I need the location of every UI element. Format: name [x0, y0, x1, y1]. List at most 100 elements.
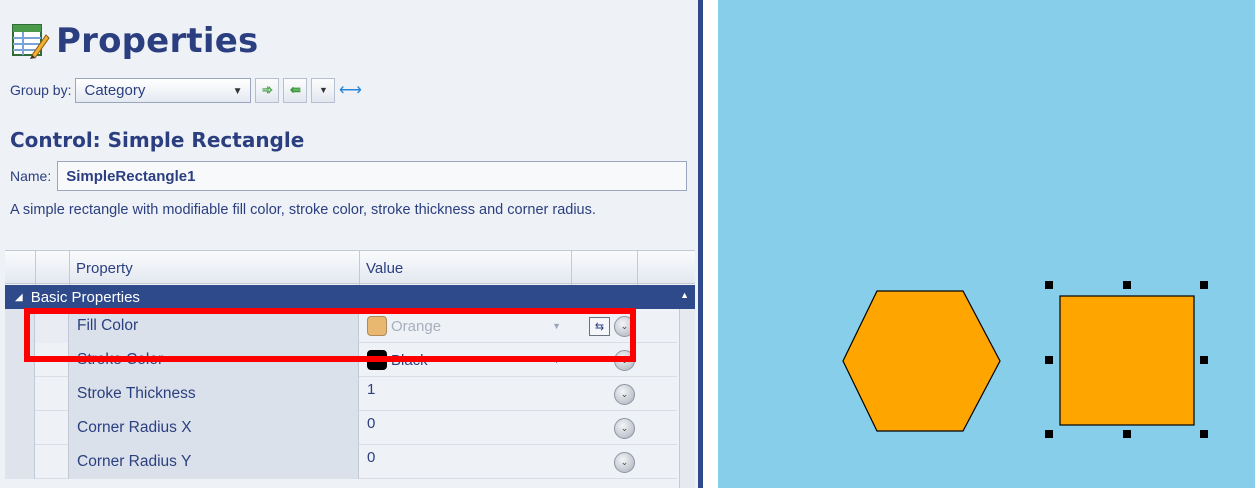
property-value: Orange: [391, 317, 442, 335]
property-value-stroke-color[interactable]: Black ▼: [359, 343, 571, 377]
grid-scrollbar[interactable]: [679, 309, 695, 488]
name-row: Name: SimpleRectangle1: [10, 161, 688, 191]
category-label: Basic Properties: [30, 288, 140, 306]
resize-handle-top-right: [1200, 281, 1208, 289]
properties-grid-icon: [10, 21, 50, 61]
group-by-select[interactable]: Category ▼: [75, 77, 252, 103]
property-value-stroke-thickness[interactable]: 1: [359, 377, 571, 411]
name-label: Name:: [10, 168, 52, 184]
panel-title: Properties: [56, 21, 259, 61]
chevron-down-icon: ⌄: [620, 354, 629, 365]
property-row-stroke-color[interactable]: Stroke Color Black ▼ ⌄: [5, 343, 677, 377]
chevron-down-icon: ⌄: [620, 388, 629, 399]
dropdown-menu-button[interactable]: ▼: [311, 77, 336, 103]
row-gutter: [5, 445, 35, 479]
bind-toggle-button[interactable]: ⇆: [589, 316, 610, 336]
row-selector[interactable]: [35, 377, 69, 411]
horizontal-resize-button[interactable]: ⟷: [339, 78, 362, 103]
control-description: A simple rectangle with modifiable fill …: [10, 202, 596, 218]
collapse-triangle-icon: ◢: [15, 291, 23, 303]
property-value-corner-radius-y[interactable]: 0: [359, 445, 571, 479]
panel-divider[interactable]: [698, 0, 703, 488]
column-header-extra: [637, 251, 695, 285]
expand-circle-button[interactable]: ⌄: [614, 383, 635, 405]
expand-all-icon: ➾: [262, 82, 273, 97]
property-row-corner-radius-y[interactable]: Corner Radius Y 0 ⌄: [5, 445, 677, 479]
property-row-fill-color[interactable]: Fill Color Orange ▼ ⇆ ⌄: [5, 309, 677, 343]
row-gutter: [5, 309, 35, 343]
header-gutter: [5, 251, 35, 285]
expand-circle-button[interactable]: ⌄: [614, 417, 635, 439]
control-title: Control: Simple Rectangle: [10, 128, 305, 152]
resize-handle-top-left: [1045, 281, 1053, 289]
row-selector[interactable]: [35, 343, 69, 377]
property-name: Corner Radius Y: [69, 445, 359, 479]
scroll-up-arrow-icon[interactable]: ▲: [680, 290, 689, 300]
property-value-fill-color[interactable]: Orange ▼: [359, 309, 571, 343]
group-by-toolbar: Group by: Category ▼ ➾ ⇚ ▼ ⟷: [10, 76, 362, 104]
resize-handle-top: [1123, 281, 1131, 289]
property-value: Black: [391, 351, 428, 369]
design-canvas[interactable]: [718, 0, 1255, 488]
property-grid: Property Value ◢ Basic Properties ▲ Fill…: [5, 250, 695, 488]
category-basic-properties[interactable]: ◢ Basic Properties ▲: [5, 285, 695, 309]
row-gutter: [5, 411, 35, 445]
property-name: Stroke Color: [69, 343, 359, 377]
resize-handle-left: [1045, 356, 1053, 364]
group-by-value: Category: [84, 81, 146, 99]
row-selector[interactable]: [35, 411, 69, 445]
expand-circle-button[interactable]: ⌄: [614, 315, 635, 337]
expand-circle-button[interactable]: ⌄: [614, 451, 635, 473]
property-name: Corner Radius X: [69, 411, 359, 445]
properties-panel: Properties Group by: Category ▼ ➾ ⇚ ▼ ⟷ …: [0, 0, 702, 488]
property-value-corner-radius-x[interactable]: 0: [359, 411, 571, 445]
hexagon-shape[interactable]: [842, 290, 1001, 432]
row-actions: ⌄: [571, 377, 641, 411]
resize-handle-bottom: [1123, 430, 1131, 438]
property-value: 0: [367, 449, 376, 466]
property-row-stroke-thickness[interactable]: Stroke Thickness 1 ⌄: [5, 377, 677, 411]
name-value: SimpleRectangle1: [66, 167, 196, 185]
row-actions: ⌄: [571, 445, 641, 479]
resize-handle-right: [1200, 356, 1208, 364]
panel-header: Properties: [10, 20, 258, 62]
color-swatch: [367, 316, 387, 336]
group-by-label: Group by:: [10, 82, 72, 98]
property-value: 0: [367, 415, 376, 432]
column-header-property[interactable]: Property: [69, 251, 359, 285]
resize-handle-bottom-left: [1045, 430, 1053, 438]
chevron-down-icon: ⌄: [620, 456, 629, 467]
property-row-corner-radius-x[interactable]: Corner Radius X 0 ⌄: [5, 411, 677, 445]
chevron-down-icon: ⌄: [620, 320, 629, 331]
row-actions: ⇆ ⌄: [571, 309, 641, 343]
column-header-value[interactable]: Value: [359, 251, 571, 285]
row-actions: ⌄: [571, 343, 641, 377]
chevron-down-icon[interactable]: ▼: [552, 321, 561, 331]
property-name: Fill Color: [69, 309, 359, 343]
header-gutter-2: [35, 251, 69, 285]
row-gutter: [5, 343, 35, 377]
row-selector[interactable]: [35, 309, 69, 343]
chevron-down-icon: ▼: [232, 85, 243, 97]
horizontal-resize-icon: ⟷: [339, 82, 362, 99]
name-field[interactable]: SimpleRectangle1: [57, 161, 688, 191]
color-swatch: [367, 350, 387, 370]
dropdown-menu-icon: ▼: [319, 85, 328, 95]
row-actions: ⌄: [571, 411, 641, 445]
grid-header: Property Value: [5, 250, 695, 285]
property-value: 1: [367, 381, 376, 398]
chevron-down-icon: ⌄: [620, 422, 629, 433]
row-gutter: [5, 377, 35, 411]
property-name: Stroke Thickness: [69, 377, 359, 411]
column-header-actions: [571, 251, 637, 285]
simple-rectangle-shape[interactable]: [1059, 295, 1195, 426]
collapse-all-icon: ⇚: [290, 82, 301, 97]
expand-circle-button[interactable]: ⌄: [614, 349, 635, 371]
row-selector[interactable]: [35, 445, 69, 479]
resize-handle-bottom-right: [1200, 430, 1208, 438]
swap-icon: ⇆: [594, 320, 605, 333]
collapse-all-button[interactable]: ⇚: [283, 77, 308, 103]
chevron-down-icon[interactable]: ▼: [552, 355, 561, 365]
canvas-shapes: [842, 281, 1208, 438]
expand-all-button[interactable]: ➾: [255, 77, 280, 103]
